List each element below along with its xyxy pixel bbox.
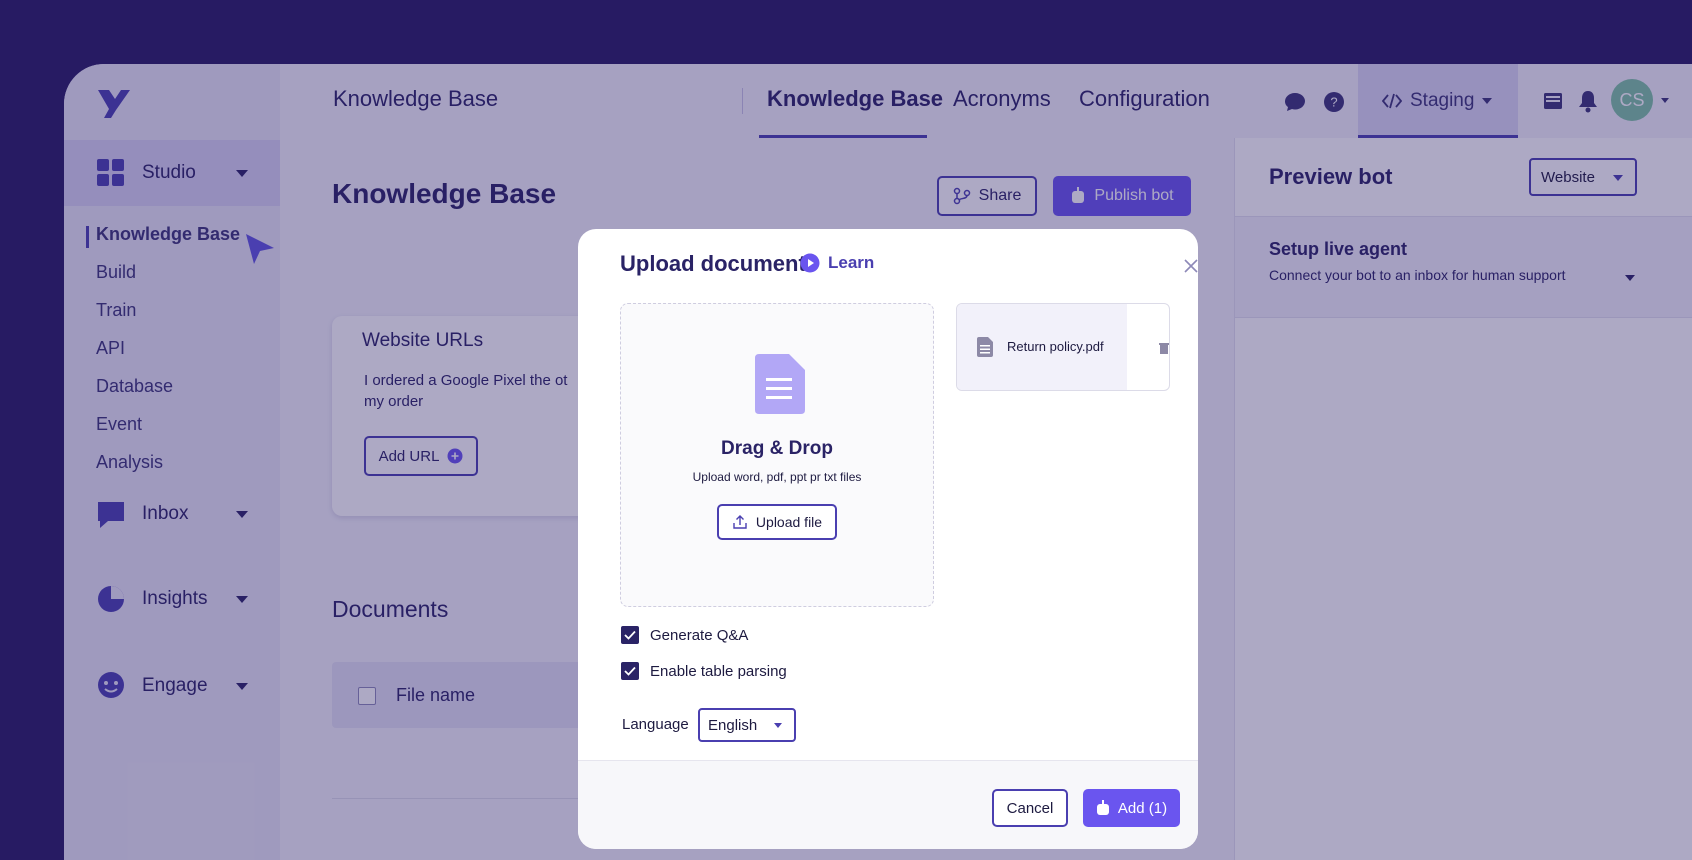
file-name: Return policy.pdf <box>1007 339 1104 354</box>
table-parsing-checkbox[interactable] <box>621 662 639 680</box>
modal-title: Upload document <box>620 251 806 276</box>
file-info: Return policy.pdf <box>957 304 1127 390</box>
file-icon <box>977 337 993 357</box>
language-label: Language <box>622 716 689 733</box>
upload-icon <box>733 515 747 529</box>
drop-zone[interactable]: Drag & Drop Upload word, pdf, ppt pr txt… <box>620 303 934 607</box>
upload-file-button[interactable]: Upload file <box>717 504 837 540</box>
cancel-button[interactable]: Cancel <box>992 789 1068 827</box>
language-select[interactable]: English <box>698 708 796 742</box>
upload-document-modal: Upload document Learn Drag & Drop Upload… <box>578 229 1198 849</box>
close-icon[interactable] <box>1184 259 1198 273</box>
trash-icon[interactable] <box>1159 342 1169 354</box>
publish-icon <box>1096 800 1109 815</box>
drag-drop-subtitle: Upload word, pdf, ppt pr txt files <box>692 470 862 484</box>
play-icon <box>800 253 820 273</box>
generate-qa-checkbox[interactable] <box>621 626 639 644</box>
add-button[interactable]: Add (1) <box>1083 789 1180 827</box>
language-value: English <box>708 716 758 734</box>
generate-qa-label: Generate Q&A <box>650 627 749 644</box>
table-parsing-label: Enable table parsing <box>650 663 787 680</box>
pointer-cursor-icon <box>246 234 274 264</box>
chevron-down-icon <box>774 723 782 728</box>
learn-label: Learn <box>828 253 875 272</box>
check-icon <box>624 666 636 676</box>
uploaded-file-card: Return policy.pdf <box>956 303 1170 391</box>
cancel-label: Cancel <box>1006 799 1054 817</box>
drag-drop-title: Drag & Drop <box>721 438 833 459</box>
add-label: Add (1) <box>1117 799 1168 817</box>
check-icon <box>624 630 636 640</box>
document-icon <box>755 354 805 414</box>
upload-file-label: Upload file <box>755 514 823 530</box>
learn-link[interactable]: Learn <box>800 253 874 273</box>
modal-footer: Cancel Add (1) <box>578 760 1198 849</box>
